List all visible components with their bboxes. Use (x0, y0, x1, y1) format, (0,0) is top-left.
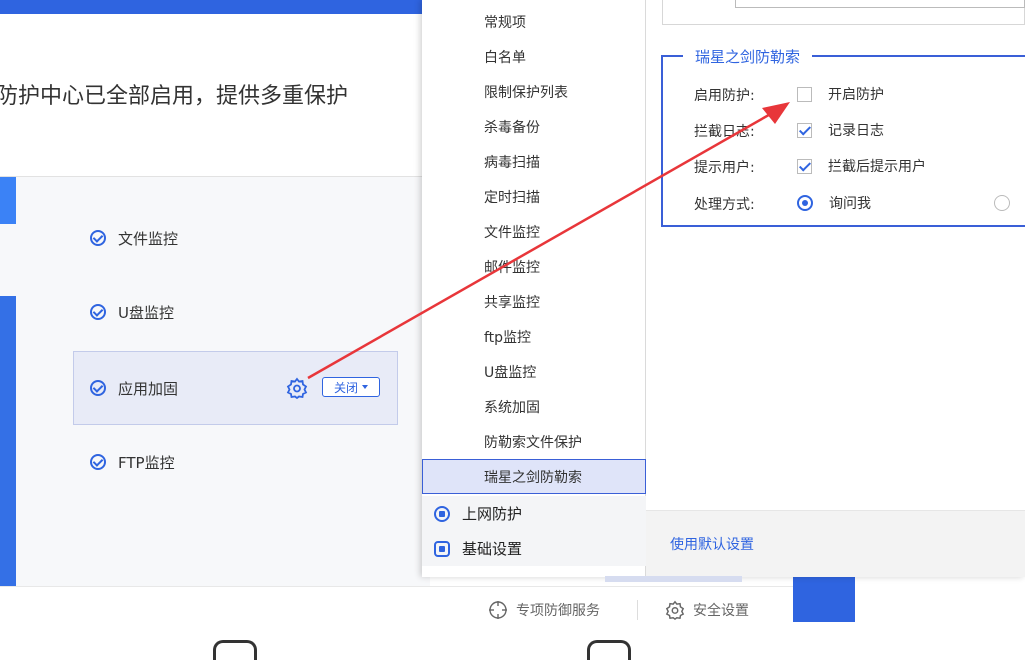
handling-method-label: 处理方式: (694, 197, 755, 213)
bottom-accent-block (793, 576, 855, 622)
title-bar (0, 0, 430, 14)
nav-group-web-protection[interactable]: 上网防护 (422, 496, 646, 531)
security-settings-label: 安全设置 (693, 603, 749, 619)
nav-item-share-monitor[interactable]: 共享监控 (422, 284, 646, 319)
checkbox-unchecked[interactable] (797, 86, 812, 102)
groupbox-title: 瑞星之剑防勒索 (683, 46, 813, 67)
crosshair-icon (489, 601, 507, 619)
gear-icon[interactable] (286, 377, 308, 399)
feature-ftp-monitor[interactable]: FTP监控 (90, 450, 420, 474)
feature-label: 应用加固 (118, 379, 179, 398)
footer-edge (605, 576, 742, 582)
nav-item-ftp-monitor[interactable]: ftp监控 (422, 319, 646, 354)
other-handling-radio[interactable] (994, 195, 1010, 211)
record-log-option: 记录日志 (828, 123, 884, 139)
nav-item-restricted-list[interactable]: 限制保护列表 (422, 74, 646, 109)
app-hardening-toggle-dropdown[interactable]: 关闭 (322, 377, 380, 397)
checkbox-checked[interactable] (797, 122, 812, 138)
nav-item-quarantine-backup[interactable]: 杀毒备份 (422, 109, 646, 144)
nav-item-ransomware-file-protect[interactable]: 防勒索文件保护 (422, 424, 646, 459)
ask-me-radio[interactable]: 询问我 (797, 193, 871, 213)
notify-user-label: 提示用户: (694, 160, 755, 176)
use-default-settings-link[interactable]: 使用默认设置 (670, 534, 754, 554)
feature-file-monitor[interactable]: 文件监控 (90, 226, 420, 250)
nav-item-virus-scan[interactable]: 病毒扫描 (422, 144, 646, 179)
check-circle-icon (90, 454, 106, 470)
nav-group-label: 基础设置 (462, 540, 523, 558)
special-defense-service-link[interactable]: 专项防御服务 (488, 599, 600, 621)
lower-panel (0, 636, 1025, 650)
record-log-checkbox[interactable]: 记录日志 (797, 120, 884, 140)
feature-label: 文件监控 (118, 229, 179, 248)
protection-status-banner: 防护中心已全部启用，提供多重保护 (0, 84, 349, 109)
nav-item-usb-monitor[interactable]: U盘监控 (422, 354, 646, 389)
radio-selected[interactable] (797, 195, 813, 211)
toggle-label: 关闭 (333, 380, 358, 395)
ask-me-option: 询问我 (829, 196, 871, 212)
notify-after-block-option: 拦截后提示用户 (828, 159, 926, 175)
left-accent-strip (0, 177, 16, 224)
path-input-field[interactable] (735, 0, 1025, 8)
intercept-log-label: 拦截日志: (694, 124, 755, 140)
check-circle-icon (90, 230, 106, 246)
notify-after-block-checkbox[interactable]: 拦截后提示用户 (797, 156, 926, 176)
nav-item-rising-sword-anti-ransomware[interactable]: 瑞星之剑防勒索 (422, 459, 646, 494)
enable-protection-checkbox[interactable]: 开启防护 (797, 84, 884, 104)
nav-item-mail-monitor[interactable]: 邮件监控 (422, 249, 646, 284)
nav-item-system-hardening[interactable]: 系统加固 (422, 389, 646, 424)
shield-icon (213, 640, 257, 660)
nav-item-general[interactable]: 常规项 (422, 4, 646, 39)
nav-item-file-monitor[interactable]: 文件监控 (422, 214, 646, 249)
check-circle-icon (90, 304, 106, 320)
feature-app-hardening[interactable]: 应用加固 (90, 376, 270, 400)
feature-label: FTP监控 (118, 453, 175, 472)
nav-group-label: 上网防护 (462, 505, 523, 523)
settings-doc-icon (434, 540, 450, 557)
special-defense-service-label: 专项防御服务 (516, 603, 600, 619)
gear-icon (665, 600, 685, 620)
nav-item-whitelist[interactable]: 白名单 (422, 39, 646, 74)
feature-usb-monitor[interactable]: U盘监控 (90, 300, 420, 324)
security-settings-link[interactable]: 安全设置 (665, 599, 749, 621)
left-accent-strip (0, 296, 16, 586)
chevron-down-icon (362, 385, 368, 389)
enable-protection-option: 开启防护 (828, 87, 884, 103)
nav-item-scheduled-scan[interactable]: 定时扫描 (422, 179, 646, 214)
web-protection-icon (434, 505, 450, 522)
enable-protection-label: 启用防护: (694, 88, 755, 104)
checkbox-checked[interactable] (797, 158, 812, 174)
shield-icon (587, 640, 631, 660)
nav-group-basic-settings[interactable]: 基础设置 (422, 531, 646, 566)
check-circle-icon (90, 380, 106, 396)
feature-label: U盘监控 (118, 303, 174, 322)
toolbar-divider (637, 600, 638, 620)
